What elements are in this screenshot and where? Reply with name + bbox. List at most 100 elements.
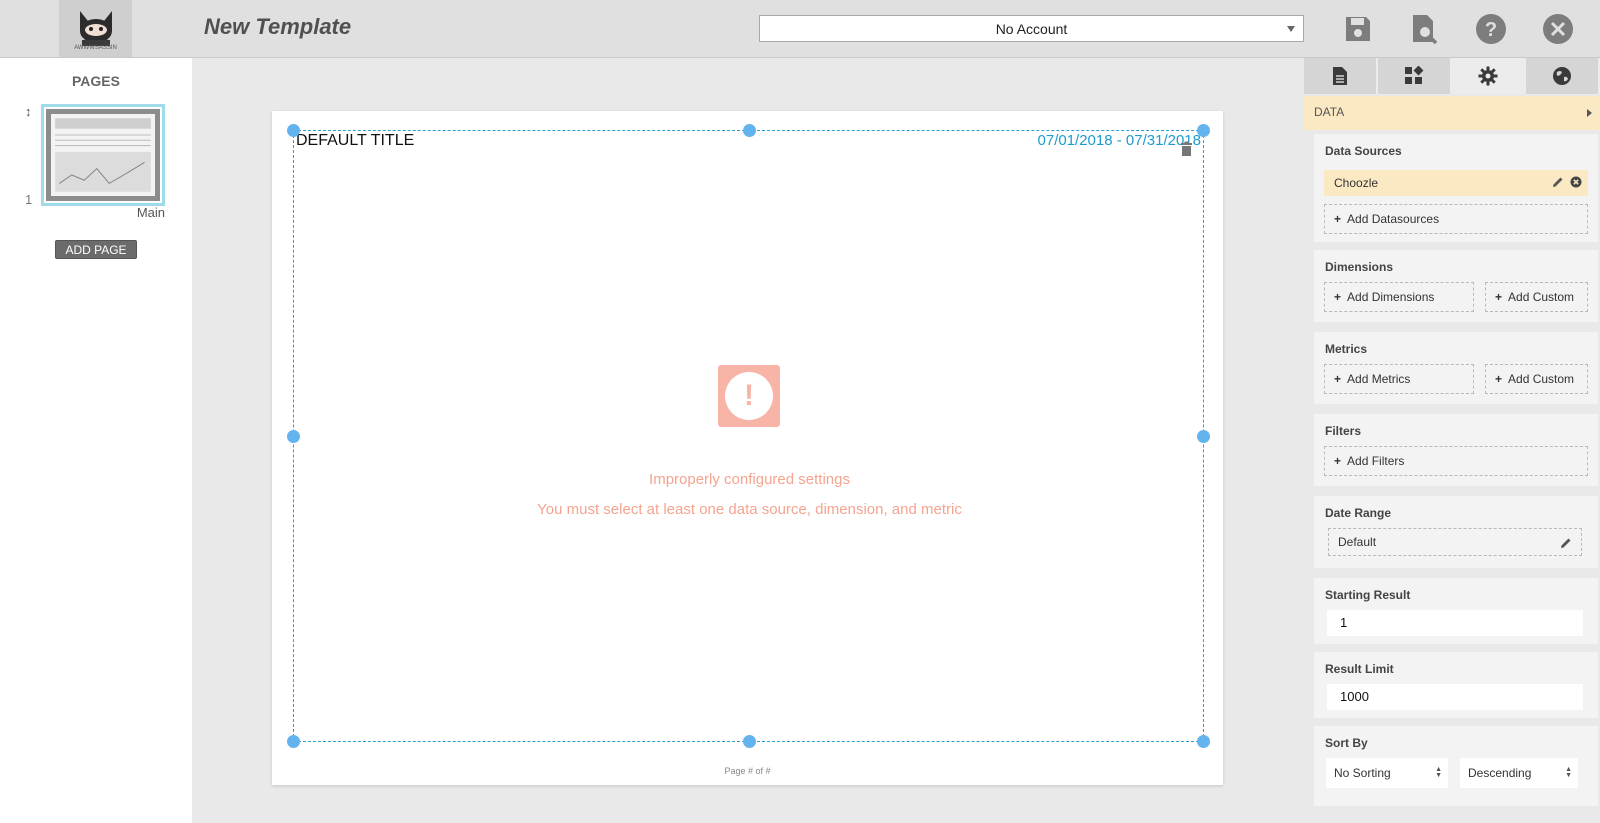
metrics-title: Metrics xyxy=(1325,342,1368,356)
result-limit-title: Result Limit xyxy=(1325,662,1394,676)
data-source-item[interactable]: Choozle xyxy=(1324,170,1588,196)
resize-handle-right[interactable] xyxy=(1197,430,1210,443)
data-source-name: Choozle xyxy=(1334,176,1379,190)
add-custom-metric-label: Add Custom xyxy=(1508,372,1575,386)
filters-title: Filters xyxy=(1325,424,1362,438)
exclamation-icon: ! xyxy=(725,372,773,420)
remove-icon[interactable] xyxy=(1570,176,1582,188)
result-limit-input[interactable]: 1000 xyxy=(1327,684,1583,710)
close-icon xyxy=(1542,13,1573,44)
resize-handle-top-right[interactable] xyxy=(1197,124,1210,137)
tab-globe[interactable] xyxy=(1526,58,1600,94)
resize-handle-bottom[interactable] xyxy=(743,735,756,748)
plus-icon: + xyxy=(1495,290,1503,304)
logo-text: AWWWSASSIN xyxy=(74,44,117,51)
error-message: You must select at least one data source… xyxy=(537,501,962,518)
page-number: 1 xyxy=(25,192,33,207)
edit-icon[interactable] xyxy=(1552,176,1564,188)
page-footer: Page # of # xyxy=(724,766,771,776)
starting-result-input[interactable]: 1 xyxy=(1327,610,1583,636)
starting-result-title: Starting Result xyxy=(1325,588,1411,602)
filters-section: Filters + Add Filters xyxy=(1314,414,1598,486)
trash-icon[interactable] xyxy=(1180,141,1193,156)
add-custom-dimension-button[interactable]: + Add Custom xyxy=(1485,282,1588,312)
help-icon: ? xyxy=(1475,13,1506,44)
help-button[interactable]: ? xyxy=(1474,12,1507,45)
tab-settings[interactable] xyxy=(1452,58,1526,94)
plus-icon: + xyxy=(1334,372,1342,386)
resize-handle-bottom-left[interactable] xyxy=(287,735,300,748)
add-filters-button[interactable]: + Add Filters xyxy=(1324,446,1588,476)
add-dimensions-button[interactable]: + Add Dimensions xyxy=(1324,282,1474,312)
thumbnail-preview xyxy=(51,114,155,196)
sort-field-value: No Sorting xyxy=(1334,766,1391,780)
drag-handle-icon[interactable]: ↕ xyxy=(25,104,32,119)
date-range-section: Date Range Default xyxy=(1314,496,1598,568)
settings-tabs xyxy=(1304,58,1600,94)
caret-right-icon xyxy=(1587,109,1592,117)
add-datasources-button[interactable]: + Add Datasources xyxy=(1324,204,1588,234)
date-range-value: Default xyxy=(1338,535,1377,549)
document-icon xyxy=(1333,67,1347,85)
updown-arrow-icon: ▲ ▼ xyxy=(1565,766,1572,779)
resize-handle-left[interactable] xyxy=(287,430,300,443)
dimensions-title: Dimensions xyxy=(1325,260,1394,274)
preview-icon xyxy=(1412,14,1437,44)
data-sources-title: Data Sources xyxy=(1325,144,1402,158)
app-header: AWWWSASSIN New Template No Account ? xyxy=(0,0,1600,58)
add-custom-metric-button[interactable]: + Add Custom xyxy=(1485,364,1588,394)
sort-order-value: Descending xyxy=(1468,766,1532,780)
dimensions-section: Dimensions + Add Dimensions + Add Custom xyxy=(1314,250,1598,322)
report-widget[interactable]: DEFAULT TITLE 07/01/2018 - 07/31/2018 ! … xyxy=(287,124,1210,748)
sort-field-select[interactable]: No Sorting ▲ ▼ xyxy=(1326,758,1448,788)
chevron-down-icon xyxy=(1287,26,1295,32)
data-section-header[interactable]: DATA xyxy=(1304,96,1600,130)
preview-button[interactable] xyxy=(1407,12,1440,45)
account-select[interactable]: No Account xyxy=(759,15,1304,42)
resize-handle-top[interactable] xyxy=(743,124,756,137)
warning-icon: ! xyxy=(718,365,780,427)
add-dimensions-label: Add Dimensions xyxy=(1347,290,1435,304)
add-custom-dimension-label: Add Custom xyxy=(1508,290,1575,304)
save-icon xyxy=(1345,16,1370,41)
plus-icon: + xyxy=(1495,372,1503,386)
settings-icon xyxy=(1478,66,1498,86)
metrics-section: Metrics + Add Metrics + Add Custom xyxy=(1314,332,1598,404)
plus-icon: + xyxy=(1334,212,1342,226)
widgets-icon xyxy=(1405,66,1424,84)
add-filters-label: Add Filters xyxy=(1347,454,1405,468)
tab-widgets[interactable] xyxy=(1378,58,1452,94)
data-header-label: DATA xyxy=(1314,105,1345,119)
tab-document[interactable] xyxy=(1304,58,1378,94)
add-page-button[interactable]: ADD PAGE xyxy=(55,240,137,259)
date-range-field[interactable]: Default xyxy=(1328,528,1582,556)
resize-handle-bottom-right[interactable] xyxy=(1197,735,1210,748)
edit-icon[interactable] xyxy=(1560,537,1572,549)
plus-icon: + xyxy=(1334,454,1342,468)
close-button[interactable] xyxy=(1541,12,1574,45)
page-label: Main xyxy=(136,205,165,220)
cat-logo-icon xyxy=(79,10,112,46)
thumbnail-chart-icon xyxy=(55,118,151,192)
pages-heading: PAGES xyxy=(72,73,120,89)
add-datasources-label: Add Datasources xyxy=(1347,212,1440,226)
widget-date-range: 07/01/2018 - 07/31/2018 xyxy=(1037,132,1201,149)
error-title: Improperly configured settings xyxy=(649,471,850,488)
thumbnail-frame xyxy=(46,109,160,201)
pages-panel: PAGES ↕ 1 Main ADD PAGE xyxy=(0,58,192,823)
widget-title[interactable]: DEFAULT TITLE xyxy=(296,132,414,150)
page-title: New Template xyxy=(204,14,352,39)
account-select-value: No Account xyxy=(995,20,1068,37)
save-button[interactable] xyxy=(1341,12,1374,45)
page-thumbnail[interactable] xyxy=(41,104,165,206)
date-range-title: Date Range xyxy=(1325,506,1392,520)
resize-handle-top-left[interactable] xyxy=(287,124,300,137)
globe-icon xyxy=(1553,67,1571,85)
report-page[interactable]: DEFAULT TITLE 07/01/2018 - 07/31/2018 ! … xyxy=(272,111,1223,785)
updown-arrow-icon: ▲ ▼ xyxy=(1435,766,1442,779)
sort-order-select[interactable]: Descending ▲ ▼ xyxy=(1460,758,1578,788)
svg-text:?: ? xyxy=(1484,19,1496,41)
starting-result-section: Starting Result 1 xyxy=(1314,578,1598,644)
logo[interactable]: AWWWSASSIN xyxy=(59,0,132,57)
add-metrics-button[interactable]: + Add Metrics xyxy=(1324,364,1474,394)
